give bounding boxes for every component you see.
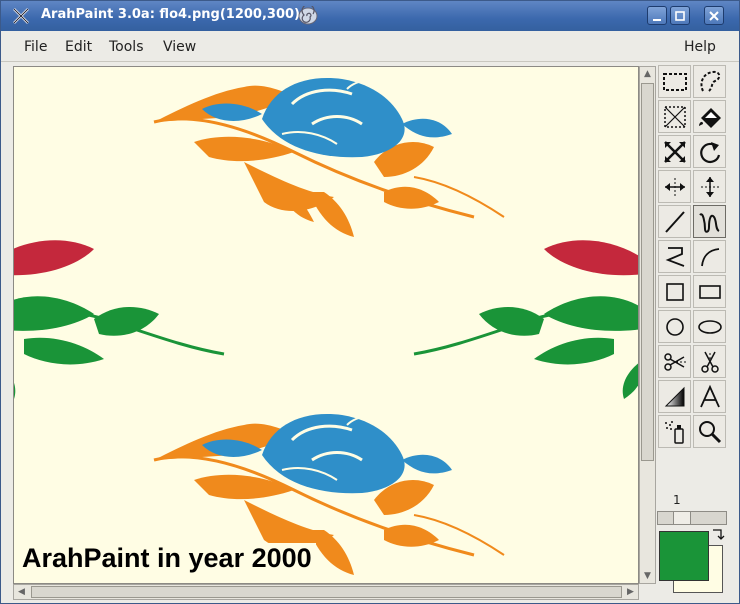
scroll-down-icon[interactable]: ▼ — [640, 569, 655, 583]
tool-spray[interactable] — [658, 415, 691, 448]
ellipse-icon — [698, 320, 722, 334]
line-icon — [665, 211, 685, 233]
brush-size-knob[interactable] — [673, 512, 691, 524]
maximize-icon — [675, 11, 685, 21]
swap-colors-icon[interactable] — [711, 527, 725, 541]
maximize-button[interactable] — [670, 6, 690, 25]
spiral-icon — [298, 6, 318, 25]
flip-horizontal-icon — [665, 178, 685, 196]
scroll-up-icon[interactable]: ▲ — [640, 67, 655, 81]
tool-circle[interactable] — [658, 310, 691, 343]
curve-icon — [701, 248, 720, 267]
flip-vertical-icon — [701, 177, 719, 197]
tool-resize[interactable] — [658, 135, 691, 168]
gradient-icon — [664, 386, 685, 407]
tool-rotate[interactable] — [693, 135, 726, 168]
crop-icon — [664, 106, 686, 128]
tool-square[interactable] — [658, 275, 691, 308]
horizontal-scrollbar[interactable]: ◀ ▶ — [13, 584, 639, 600]
rectangle-icon — [699, 285, 721, 299]
tool-lasso-select[interactable] — [693, 65, 726, 98]
horizontal-scroll-thumb[interactable] — [31, 586, 622, 598]
vertical-scrollbar[interactable]: ▲ ▼ — [639, 66, 656, 584]
rotate-icon — [700, 142, 721, 164]
menu-file[interactable]: File — [24, 39, 47, 55]
fill-bucket-icon — [699, 108, 721, 128]
menu-edit[interactable]: Edit — [65, 39, 92, 55]
tool-flip-vertical[interactable] — [693, 170, 726, 203]
cut-icon — [664, 353, 686, 371]
drawing-canvas[interactable]: ArahPaint in year 2000 — [13, 66, 639, 584]
close-button[interactable] — [704, 6, 724, 25]
circle-icon — [666, 318, 684, 336]
close-icon — [709, 11, 719, 21]
tool-ellipse[interactable] — [693, 310, 726, 343]
app-icon — [13, 8, 29, 24]
tool-text[interactable] — [693, 380, 726, 413]
zoom-icon — [699, 421, 722, 444]
minimize-button[interactable] — [647, 6, 667, 25]
rect-select-icon — [663, 73, 687, 91]
menu-help[interactable]: Help — [684, 39, 716, 55]
tool-line[interactable] — [658, 205, 691, 238]
text-icon — [700, 384, 720, 408]
scissors-icon — [701, 351, 719, 373]
tool-cut[interactable] — [658, 345, 691, 378]
spray-icon — [665, 421, 684, 444]
tool-freehand[interactable] — [693, 205, 726, 238]
menu-bar: File Edit Tools View Help — [1, 31, 739, 62]
tool-curve[interactable] — [693, 240, 726, 273]
resize-icon — [664, 141, 686, 163]
menu-tools[interactable]: Tools — [109, 39, 144, 55]
tool-rectangle[interactable] — [693, 275, 726, 308]
tool-flip-horizontal[interactable] — [658, 170, 691, 203]
scroll-right-icon[interactable]: ▶ — [623, 585, 638, 599]
foreground-color-swatch[interactable] — [659, 531, 709, 581]
tool-fill[interactable] — [693, 100, 726, 133]
freehand-icon — [699, 213, 720, 233]
tool-scissors[interactable] — [693, 345, 726, 378]
app-window: ArahPaint 3.0a: flo4.png(1200,300) File … — [0, 0, 740, 604]
tool-rect-select[interactable] — [658, 65, 691, 98]
tool-polyline[interactable] — [658, 240, 691, 273]
tool-gradient[interactable] — [658, 380, 691, 413]
minimize-icon — [653, 19, 661, 21]
vertical-scroll-thumb[interactable] — [641, 83, 654, 461]
menu-view[interactable]: View — [163, 39, 196, 55]
square-icon — [666, 283, 684, 301]
brush-size-value: 1 — [673, 493, 681, 507]
flower-pattern — [14, 76, 638, 577]
title-bar[interactable]: ArahPaint 3.0a: flo4.png(1200,300) — [1, 1, 739, 31]
polyline-icon — [665, 247, 685, 267]
tool-zoom[interactable] — [693, 415, 726, 448]
window-title: ArahPaint 3.0a: flo4.png(1200,300) — [41, 7, 300, 22]
lasso-select-icon — [700, 70, 721, 92]
scroll-left-icon[interactable]: ◀ — [14, 585, 29, 599]
caption-text: ArahPaint in year 2000 — [18, 543, 316, 574]
tool-crop[interactable] — [658, 100, 691, 133]
brush-size-slider[interactable] — [657, 511, 727, 525]
